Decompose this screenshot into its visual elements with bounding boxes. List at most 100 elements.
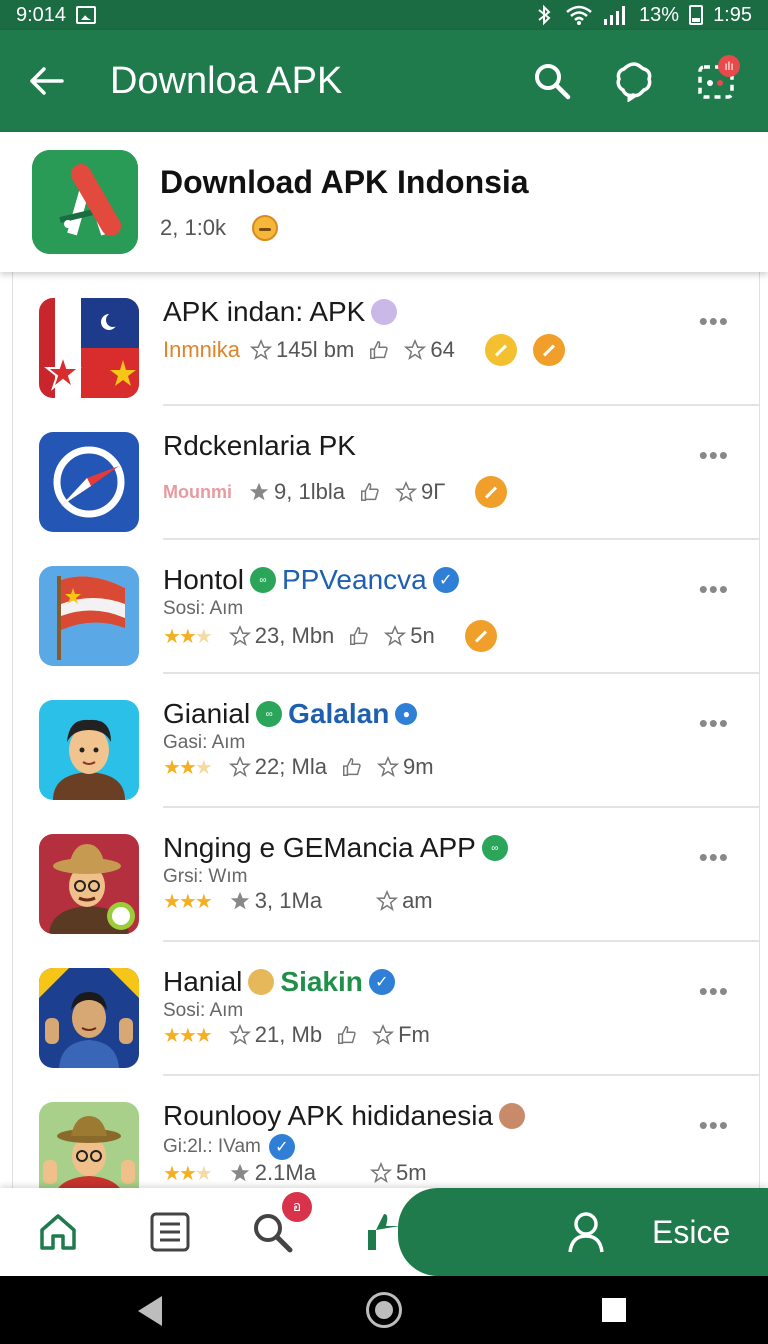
flag-app-icon	[39, 298, 139, 398]
star-filled-icon	[230, 891, 249, 910]
list-item[interactable]: Hontol ∞ PPVeancva ✓ Sosi: Aım ★★★ 23, Mbn …	[13, 540, 759, 674]
verified-icon: ✓	[432, 567, 459, 593]
item-likes: Fm	[398, 1022, 430, 1047]
header-title: Download APK Indonsia	[160, 163, 529, 200]
rating-stars: ★★★	[163, 890, 213, 913]
thumbs-up-icon	[342, 758, 361, 776]
notifications-icon[interactable]: ılı	[688, 53, 744, 109]
item-title: Hontol	[163, 564, 244, 595]
chat-bubble-icon: ∞	[256, 701, 283, 727]
item-publisher: Sosi: Aım	[163, 1000, 244, 1021]
item-size: 145l bm	[276, 337, 355, 362]
item-likes: 9m	[402, 754, 434, 779]
system-recents-icon[interactable]	[602, 1298, 626, 1322]
star-outline-icon	[384, 625, 407, 646]
verified-icon: ●	[395, 703, 418, 725]
item-tag: Galalan	[288, 698, 390, 729]
flag-waving-app-icon	[39, 566, 139, 666]
list-item[interactable]: APK indan: APK Inmnika 145l bm 64 •••	[13, 272, 759, 406]
search-icon[interactable]	[524, 53, 580, 109]
star-outline-icon	[376, 890, 399, 911]
more-options-icon[interactable]: •••	[699, 574, 729, 605]
item-title: Hanial	[163, 966, 243, 997]
more-options-icon[interactable]: •••	[699, 976, 729, 1007]
star-outline-icon	[394, 481, 417, 502]
star-outline-icon	[228, 625, 251, 646]
compass-app-icon	[39, 432, 139, 532]
waving-man-app-icon	[39, 968, 139, 1068]
gallery-notification-icon	[76, 6, 97, 24]
more-options-icon[interactable]: •••	[699, 708, 729, 739]
settings-gear-icon[interactable]	[606, 53, 662, 109]
list-item[interactable]: Nnging e GEMancia APP ∞ Grsi: Wım ★★★ 3, …	[13, 808, 759, 942]
page-title: Downloa APK	[110, 59, 343, 102]
item-title: Rdckenlaria PK	[163, 430, 356, 461]
status-time: 9:014	[16, 3, 67, 26]
item-title: Rounlooy APK hididanesia	[163, 1100, 494, 1131]
avatar-emoji-icon	[499, 1103, 526, 1129]
star-outline-icon	[228, 1024, 251, 1045]
list-item[interactable]: Rdckenlaria PK Mounmi 9, 1lbla 9Г •••	[13, 406, 759, 540]
thumbs-up-icon	[370, 341, 388, 359]
star-outline-icon	[228, 756, 251, 777]
explorer-app-icon	[39, 834, 139, 934]
rating-stars: ★★★	[163, 1024, 213, 1047]
more-options-icon[interactable]: •••	[699, 842, 729, 873]
item-likes: 5n	[410, 623, 435, 648]
item-size: 21, Mb	[254, 1022, 323, 1047]
star-outline-icon	[372, 1024, 395, 1045]
list-item[interactable]: Gianial ∞ Galalan ● Gasi: Aım ★★★ 22; Mla 9…	[13, 674, 759, 808]
system-navigation-bar	[0, 1276, 768, 1344]
app-header-card[interactable]: Download APK Indonsia 2, 1:0k	[0, 132, 768, 272]
search-nav-icon[interactable]: อ	[246, 1192, 312, 1258]
rating-stars: ★★★	[163, 756, 213, 779]
apk-list[interactable]: APK indan: APK Inmnika 145l bm 64 ••• Rd…	[12, 272, 760, 1190]
item-size: 2.1Ma	[254, 1160, 316, 1185]
chat-bubble-icon: ∞	[481, 835, 508, 861]
verified-icon: ✓	[368, 969, 395, 995]
home-icon[interactable]	[32, 1206, 84, 1258]
item-likes: am	[402, 888, 433, 913]
profile-button[interactable]: Esice	[398, 1188, 768, 1276]
search-badge: อ	[282, 1192, 312, 1222]
wifi-icon	[566, 5, 592, 25]
verified-icon: ✓	[268, 1134, 295, 1160]
person-icon	[568, 1212, 604, 1253]
app-bar: Downloa APK ılı	[0, 30, 768, 132]
list-icon[interactable]	[144, 1206, 196, 1258]
more-options-icon[interactable]: •••	[699, 306, 729, 337]
item-likes: 5m	[395, 1160, 427, 1185]
notification-badge: ılı	[718, 55, 740, 77]
profile-label: Esice	[652, 1213, 731, 1250]
item-likes: 9Г	[420, 479, 446, 504]
list-item[interactable]: Rounlooy APK hididanesia Gi:2l.: IVam ✓ ★…	[13, 1076, 759, 1190]
more-options-icon[interactable]: •••	[699, 1110, 729, 1141]
item-title: APK indan: APK	[163, 296, 366, 327]
chat-bubble-icon: ∞	[249, 567, 276, 593]
more-options-icon[interactable]: •••	[699, 440, 729, 471]
avatar-emoji-icon	[248, 969, 275, 995]
thumbs-up-icon	[360, 483, 379, 501]
list-item[interactable]: Hanial Siakin ✓ Sosi: Aım ★★★ 21, Mb Fm ••…	[13, 942, 759, 1076]
bluetooth-icon	[538, 4, 551, 26]
system-home-icon[interactable]	[366, 1292, 402, 1328]
avatar-emoji-icon	[371, 299, 398, 325]
item-size: 9, 1lbla	[274, 479, 345, 504]
system-back-icon[interactable]	[138, 1296, 162, 1326]
rating-stars: ★★★	[163, 1162, 213, 1185]
item-publisher: Mounmi	[163, 481, 232, 502]
award-icon	[484, 334, 517, 366]
back-arrow-icon[interactable]	[24, 59, 68, 103]
item-publisher: Grsi: Wım	[163, 866, 248, 887]
item-title: Nnging e GEMancia APP	[163, 832, 476, 863]
battery-icon	[689, 5, 704, 25]
edit-badge-icon	[475, 476, 508, 508]
edit-badge-icon	[532, 334, 565, 366]
item-tag: PPVeancva	[281, 564, 427, 595]
bottom-navigation: อ Esice	[0, 1188, 768, 1276]
star-outline-icon	[404, 339, 427, 360]
thumbs-up-icon	[350, 627, 368, 645]
status-bar: 9:014 13% 1:95	[0, 0, 768, 30]
item-size: 22; Mla	[254, 754, 327, 779]
star-outline-icon	[250, 339, 273, 360]
